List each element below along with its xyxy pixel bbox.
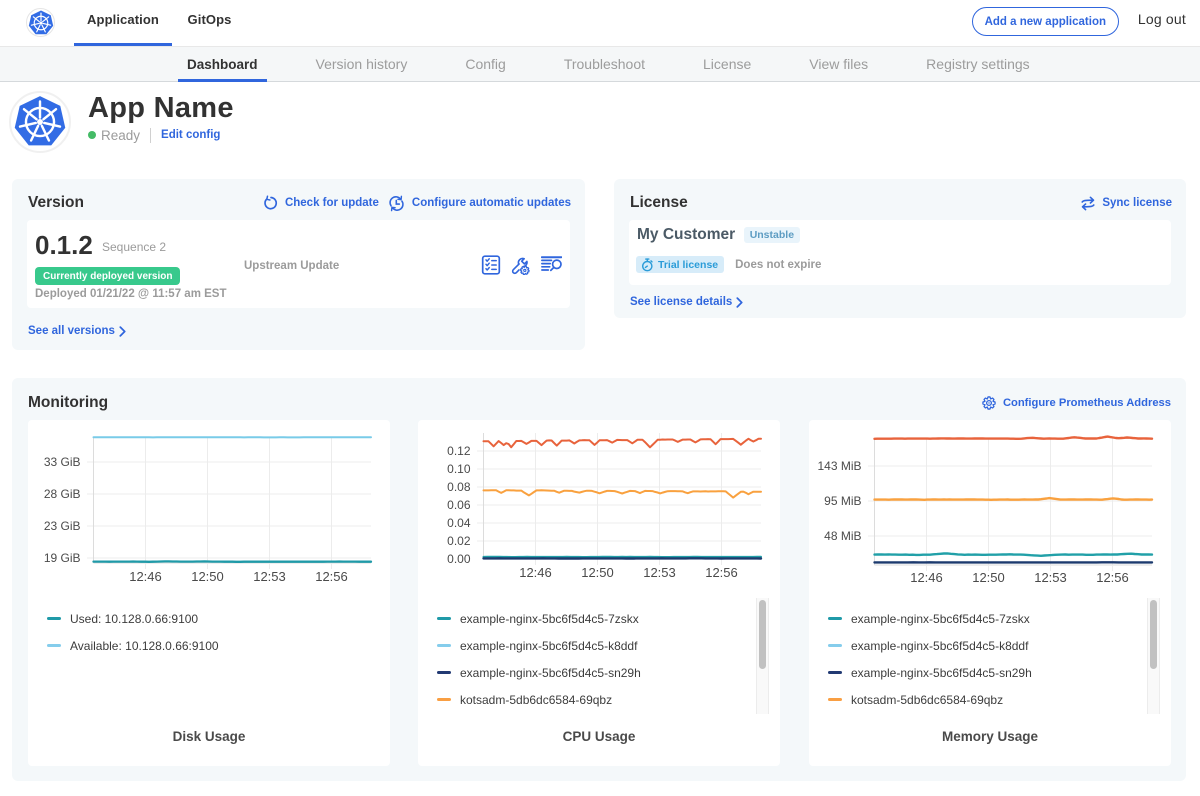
- svg-text:12:53: 12:53: [253, 569, 286, 584]
- svg-text:12:46: 12:46: [910, 570, 943, 585]
- svg-text:12:53: 12:53: [643, 565, 676, 580]
- svg-text:28 GiB: 28 GiB: [44, 487, 81, 501]
- svg-text:12:56: 12:56: [1096, 570, 1129, 585]
- svg-text:0.00: 0.00: [447, 552, 471, 566]
- svg-text:12:50: 12:50: [191, 569, 224, 584]
- svg-text:12:50: 12:50: [581, 565, 614, 580]
- svg-text:33 GiB: 33 GiB: [44, 455, 81, 469]
- svg-text:0.08: 0.08: [447, 480, 471, 494]
- svg-text:12:53: 12:53: [1034, 570, 1067, 585]
- svg-text:143 MiB: 143 MiB: [817, 459, 861, 473]
- svg-text:12:50: 12:50: [972, 570, 1005, 585]
- svg-text:12:56: 12:56: [705, 565, 738, 580]
- svg-text:12:46: 12:46: [129, 569, 162, 584]
- svg-text:12:46: 12:46: [519, 565, 552, 580]
- svg-text:0.10: 0.10: [447, 462, 471, 476]
- svg-text:0.06: 0.06: [447, 498, 471, 512]
- svg-text:0.12: 0.12: [447, 444, 471, 458]
- svg-text:0.04: 0.04: [447, 516, 471, 530]
- svg-text:0.02: 0.02: [447, 534, 471, 548]
- svg-text:12:56: 12:56: [315, 569, 348, 584]
- svg-text:48 MiB: 48 MiB: [824, 529, 861, 543]
- svg-text:19 GiB: 19 GiB: [44, 551, 81, 565]
- svg-text:95 MiB: 95 MiB: [824, 494, 861, 508]
- svg-text:23 GiB: 23 GiB: [44, 519, 81, 533]
